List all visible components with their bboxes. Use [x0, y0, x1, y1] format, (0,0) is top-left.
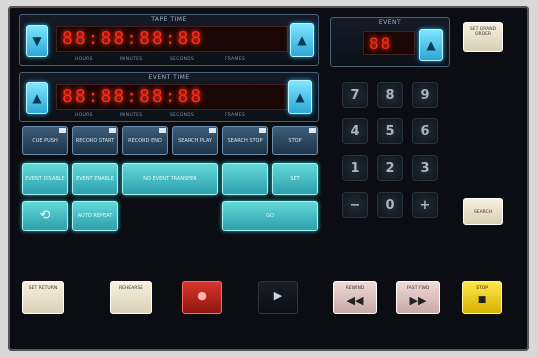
event-frames-label: FRAMES: [225, 113, 245, 118]
chevron-up-icon: ▲: [32, 91, 42, 105]
search-play-button[interactable]: SEARCH PLAY: [172, 126, 218, 155]
record-button[interactable]: ●: [182, 281, 222, 314]
indicator-light: [209, 128, 216, 133]
event-seconds-label: SECONDS: [170, 113, 195, 118]
search-play-label: SEARCH PLAY: [178, 137, 212, 144]
rehearse-button[interactable]: REHEARSE: [110, 281, 152, 314]
chevron-up-icon: ▲: [426, 38, 436, 52]
key-9[interactable]: 9: [412, 82, 438, 108]
tape-seconds-label: SECONDS: [170, 57, 195, 62]
event-number-button[interactable]: ▲: [419, 29, 443, 61]
fast-forward-button[interactable]: FAST FWD ▶▶: [396, 281, 440, 314]
record-end-label: RECORD END: [128, 137, 162, 144]
record-end-button[interactable]: RECORD END: [122, 126, 168, 155]
indicator-light: [309, 128, 316, 133]
stop-function-label: STOP: [288, 137, 302, 144]
fast-forward-label: FAST FWD: [406, 286, 430, 291]
event-time-panel: EVENT TIME ▲ 88:88:88:88 ▲ HOURS MINUTES…: [19, 72, 319, 122]
key-minus[interactable]: −: [342, 192, 368, 218]
event-time-right-button[interactable]: ▲: [288, 80, 312, 114]
cue-push-label: CUE PUSH: [32, 137, 58, 144]
tape-time-up-button[interactable]: ▲: [290, 23, 314, 57]
key-2[interactable]: 2: [377, 155, 403, 181]
blank-teal-button[interactable]: [222, 163, 268, 195]
search-stop-button[interactable]: SEARCH STOP: [222, 126, 268, 155]
rewind-button[interactable]: REWIND ◀◀: [333, 281, 377, 314]
indicator-light: [259, 128, 266, 133]
key-plus[interactable]: +: [412, 192, 438, 218]
event-transfer-button[interactable]: NO EVENT TRANSFER: [122, 163, 218, 195]
record-start-button[interactable]: RECORD START: [72, 126, 118, 155]
chevron-up-icon: ▲: [295, 90, 305, 104]
record-dot-icon: ●: [197, 289, 207, 302]
indicator-light: [109, 128, 116, 133]
search-stop-label: SEARCH STOP: [227, 137, 263, 144]
event-number-display: 88: [363, 31, 415, 55]
tape-time-title: TAPE TIME: [151, 16, 187, 23]
set-return-label: SET RETURN: [28, 286, 58, 291]
chevron-down-icon: ▼: [32, 34, 42, 48]
key-0[interactable]: 0: [377, 192, 403, 218]
stop-transport-label: STOP: [476, 286, 488, 291]
record-start-label: RECORD START: [75, 137, 115, 144]
go-button[interactable]: GO: [222, 201, 318, 231]
set-button[interactable]: SET: [272, 163, 318, 195]
event-enable-button[interactable]: EVENT ENABLE: [72, 163, 118, 195]
key-8[interactable]: 8: [377, 82, 403, 108]
key-7[interactable]: 7: [342, 82, 368, 108]
event-disable-button[interactable]: EVENT DISABLE: [22, 163, 68, 195]
auto-repeat-button[interactable]: AUTO REPEAT: [72, 201, 118, 231]
event-time-display: 88:88:88:88: [56, 84, 288, 110]
chevron-up-icon: ▲: [297, 33, 307, 47]
stop-function-button[interactable]: STOP: [272, 126, 318, 155]
indicator-light: [159, 128, 166, 133]
play-icon: ▶: [273, 289, 283, 302]
stop-square-icon: ■: [477, 295, 487, 305]
rewind-label: REWIND: [345, 286, 365, 291]
event-time-title: EVENT TIME: [148, 74, 190, 81]
fast-forward-icon: ▶▶: [409, 294, 427, 307]
stop-transport-button[interactable]: STOP ■: [462, 281, 502, 314]
cue-push-button[interactable]: CUE PUSH: [22, 126, 68, 155]
play-button[interactable]: ▶: [258, 281, 298, 314]
key-3[interactable]: 3: [412, 155, 438, 181]
rewind-icon: ◀◀: [346, 294, 364, 307]
cycle-button[interactable]: ⟲: [22, 201, 68, 231]
rehearse-label: REHEARSE: [118, 286, 144, 291]
tape-minutes-label: MINUTES: [120, 57, 143, 62]
set-return-button[interactable]: SET RETURN: [22, 281, 64, 314]
tape-time-down-button[interactable]: ▼: [26, 25, 48, 57]
key-5[interactable]: 5: [377, 118, 403, 144]
event-hours-label: HOURS: [75, 113, 93, 118]
indicator-light: [59, 128, 66, 133]
tape-frames-label: FRAMES: [225, 57, 245, 62]
tape-time-panel: TAPE TIME ▼ 88:88:88:88 ▲ HOURS MINUTES …: [19, 14, 319, 66]
set-grand-order-button[interactable]: SET GRAND ORDER: [463, 22, 503, 52]
event-time-up-button[interactable]: ▲: [26, 82, 48, 114]
event-number-panel: EVENT 88 ▲: [330, 17, 450, 67]
search-button[interactable]: SEARCH: [463, 198, 503, 225]
event-minutes-label: MINUTES: [120, 113, 143, 118]
event-number-title: EVENT: [378, 19, 402, 26]
key-1[interactable]: 1: [342, 155, 368, 181]
tape-hours-label: HOURS: [75, 57, 93, 62]
tape-time-display: 88:88:88:88: [56, 26, 288, 52]
key-4[interactable]: 4: [342, 118, 368, 144]
cycle-icon: ⟲: [39, 208, 51, 223]
key-6[interactable]: 6: [412, 118, 438, 144]
